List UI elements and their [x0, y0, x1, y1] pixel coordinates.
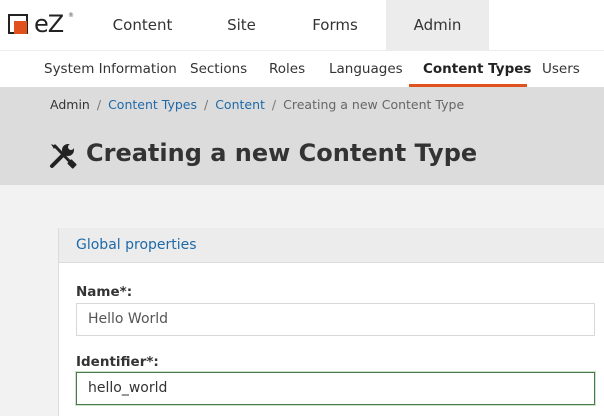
tab-forms-label: Forms	[312, 16, 358, 34]
tab-admin[interactable]: Admin	[386, 0, 489, 50]
tab-site[interactable]: Site	[207, 0, 276, 50]
tab-admin-label: Admin	[413, 16, 462, 34]
logo-text: eZ	[34, 10, 64, 38]
tab-site-label: Site	[227, 16, 256, 34]
subnav-item-sections[interactable]: Sections	[190, 51, 247, 88]
logo-trademark: ®	[68, 12, 74, 19]
subnav-label: Languages	[329, 61, 403, 77]
subnav-label: Users	[542, 61, 580, 77]
subnav-label: Sections	[190, 61, 248, 77]
page-header: Admin / Content Types / Content / Creating a n…	[0, 87, 604, 185]
subnav-item-system-information[interactable]: System Information	[44, 51, 177, 88]
breadcrumb-item-content-types[interactable]: Content Types	[108, 97, 197, 112]
breadcrumb-item-content[interactable]: Content	[215, 97, 265, 112]
subnav-label: Content Types	[423, 61, 532, 77]
subnav-item-users[interactable]: Users	[542, 51, 580, 88]
tools-icon	[50, 144, 77, 169]
subnav-item-content-types[interactable]: Content Types	[423, 51, 531, 88]
breadcrumb-separator: /	[271, 97, 277, 112]
panel-header[interactable]: Global properties	[59, 228, 604, 263]
breadcrumb-separator: /	[96, 97, 102, 112]
breadcrumb: Admin / Content Types / Content / Creating a n…	[50, 97, 464, 112]
logo-square-fill	[14, 21, 27, 34]
name-field[interactable]: Hello World	[76, 303, 595, 336]
global-properties-panel: Global properties Name*: Hello World Ide…	[58, 228, 604, 416]
breadcrumb-separator: /	[203, 97, 209, 112]
identifier-field-label: Identifier*:	[76, 354, 159, 370]
breadcrumb-item-admin[interactable]: Admin	[50, 97, 90, 112]
top-navigation: eZ ® Content Site Forms Admin	[0, 0, 604, 50]
tab-content-label: Content	[112, 16, 173, 34]
ez-logo[interactable]: eZ ®	[8, 10, 74, 38]
subnav-item-roles[interactable]: Roles	[269, 51, 305, 88]
name-field-label: Name*:	[76, 284, 133, 300]
subnav-item-languages[interactable]: Languages	[329, 51, 403, 88]
identifier-field[interactable]: hello_world	[76, 372, 595, 405]
tab-forms[interactable]: Forms	[295, 0, 375, 50]
subnav-label: Roles	[269, 61, 306, 77]
subnav-label: System Information	[44, 61, 177, 77]
sub-navigation: System Information Sections Roles Langua…	[0, 50, 604, 87]
panel-title[interactable]: Global properties	[76, 237, 197, 253]
breadcrumb-item-current: Creating a new Content Type	[283, 97, 465, 112]
page-title: Creating a new Content Type	[86, 139, 478, 167]
tab-content[interactable]: Content	[97, 0, 188, 50]
